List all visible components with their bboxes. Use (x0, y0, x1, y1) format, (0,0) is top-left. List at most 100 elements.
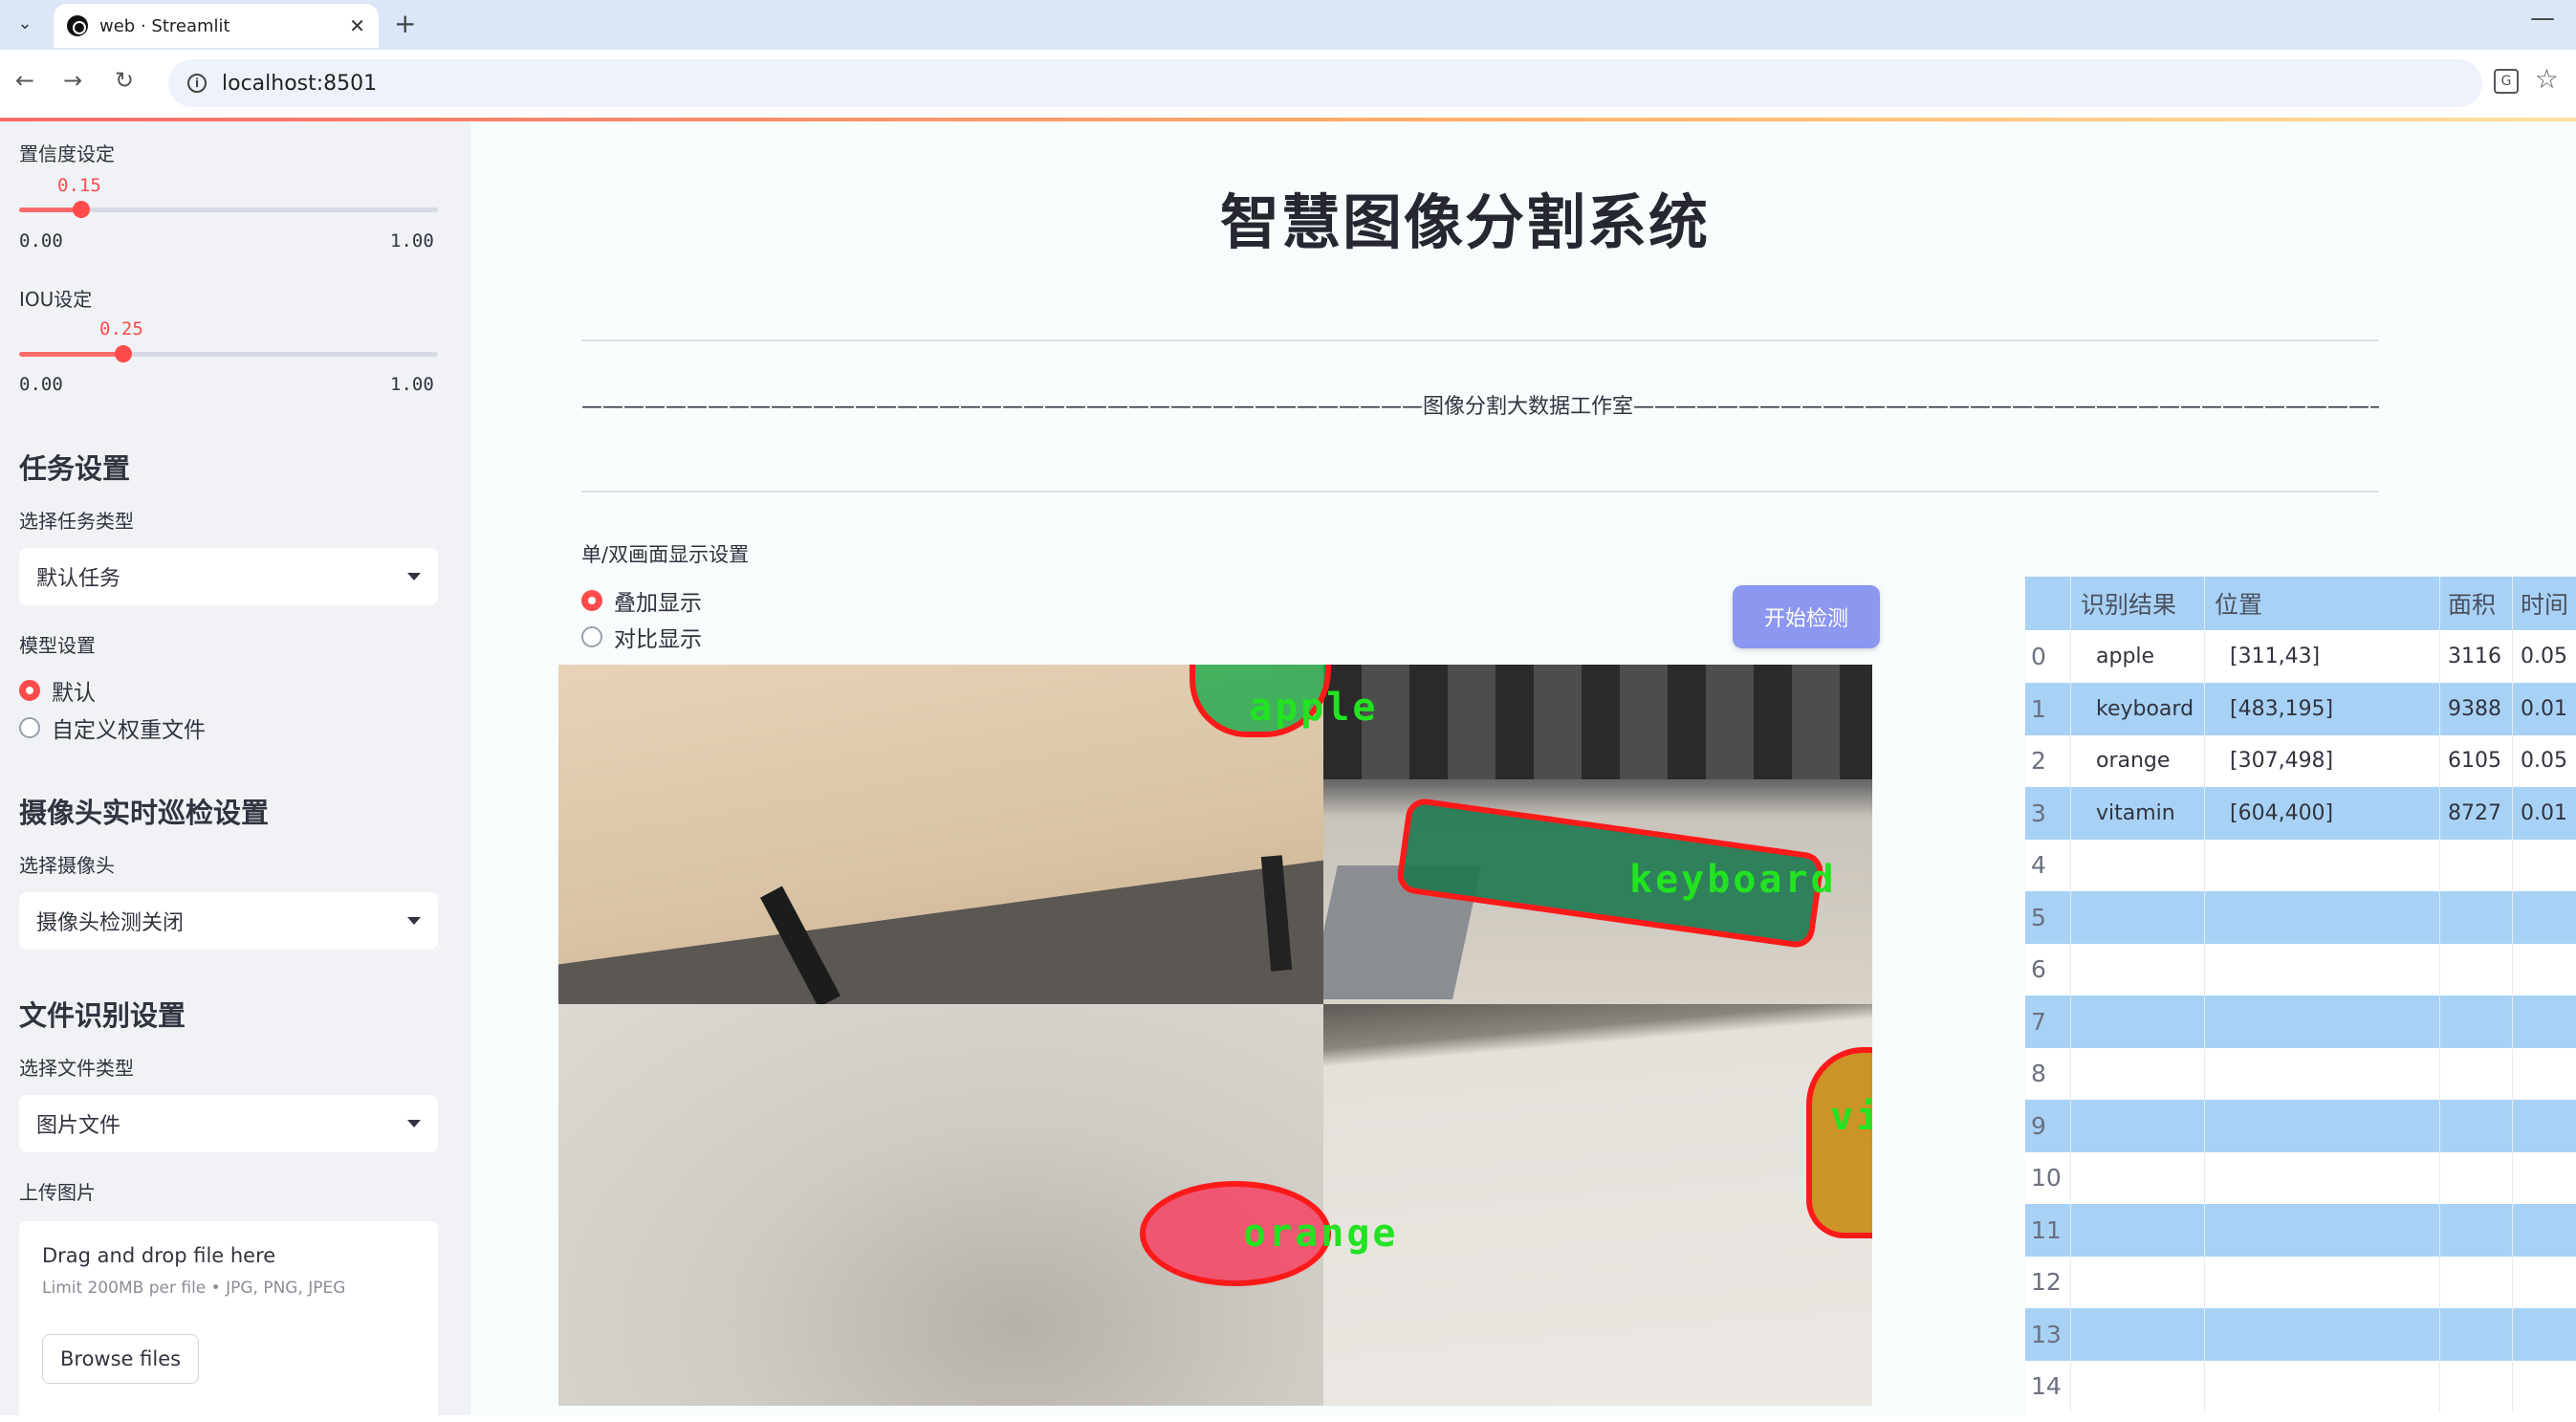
table-row[interactable]: 12 (2025, 1256, 2576, 1308)
cell-result (2071, 1256, 2205, 1308)
url-field[interactable]: i localhost:8501 (168, 59, 2482, 107)
tab-close-icon[interactable]: ✕ (349, 14, 365, 37)
column-header-position[interactable]: 位置 (2205, 577, 2440, 630)
camera-select-label: 选择摄像头 (19, 854, 115, 877)
display-option-compare[interactable]: 对比显示 (581, 621, 702, 653)
table-row[interactable]: 2 orange [307,498] 6105 0.05 (2025, 734, 2576, 787)
row-index: 9 (2025, 1099, 2071, 1152)
vitamin-label: vit (1830, 1095, 1872, 1139)
cell-area (2440, 839, 2513, 891)
cell-area (2440, 995, 2513, 1048)
row-index: 12 (2025, 1256, 2071, 1308)
cell-result (2071, 995, 2205, 1048)
cell-time (2513, 1360, 2576, 1412)
iou-label: IOU设定 (19, 288, 93, 311)
browse-files-button[interactable]: Browse files (42, 1334, 200, 1384)
cell-area (2440, 1151, 2513, 1204)
tab-list-chevron-icon[interactable]: ⌄ (8, 6, 42, 40)
cell-area: 8727 (2440, 786, 2513, 840)
cell-area (2440, 1256, 2513, 1308)
file-type-select[interactable]: 图片文件 (19, 1095, 438, 1152)
radio-selected-icon[interactable] (581, 590, 602, 611)
browser-tab[interactable]: web · Streamlit ✕ (54, 4, 379, 48)
display-settings-label: 单/双画面显示设置 (581, 543, 750, 566)
back-arrow-icon[interactable]: ← (15, 67, 34, 94)
column-header-result[interactable]: 识别结果 (2071, 577, 2205, 630)
table-header-row: 识别结果 位置 面积 时间 (2025, 577, 2576, 630)
chevron-down-icon (407, 573, 421, 580)
sidebar: 置信度设定 0.15 0.00 1.00 IOU设定 0.25 0.00 1.0… (0, 121, 470, 1422)
cell-result (2071, 890, 2205, 944)
cell-position (2205, 1360, 2440, 1412)
camera-select[interactable]: 摄像头检测关闭 (19, 892, 438, 950)
table-row[interactable]: 11 (2025, 1203, 2576, 1257)
column-header-area[interactable]: 面积 (2440, 577, 2513, 630)
task-type-label: 选择任务类型 (19, 510, 134, 533)
page-title: 智慧图像分割系统 (1219, 187, 1710, 257)
main-content: 智慧图像分割系统 ———————————————————————————————… (470, 121, 2576, 1415)
cell-time (2513, 1047, 2576, 1100)
model-settings-label: 模型设置 (19, 634, 96, 657)
cell-position (2205, 1256, 2440, 1308)
model-option-label: 自定义权重文件 (52, 718, 206, 743)
row-index: 0 (2025, 630, 2071, 683)
chevron-down-icon (407, 917, 421, 925)
new-tab-plus-icon[interactable]: + (394, 8, 416, 39)
table-row[interactable]: 0 apple [311,43] 3116 0.05 (2025, 630, 2576, 683)
cell-position: [483,195] (2205, 682, 2440, 735)
cell-position (2205, 1307, 2440, 1361)
radio-unselected-icon[interactable] (581, 626, 602, 647)
model-option-custom[interactable]: 自定义权重文件 (19, 711, 206, 744)
dropzone-limit: Limit 200MB per file • JPG, PNG, JPEG (42, 1279, 346, 1298)
window-minimize-icon[interactable]: — (2530, 4, 2555, 33)
cell-time (2513, 1151, 2576, 1204)
bookmark-star-icon[interactable]: ☆ (2535, 63, 2559, 95)
task-type-value: 默认任务 (36, 567, 121, 591)
cell-area (2440, 1360, 2513, 1412)
table-row[interactable]: 7 (2025, 995, 2576, 1048)
cell-time (2513, 1204, 2576, 1257)
table-row[interactable]: 6 (2025, 943, 2576, 995)
site-info-icon[interactable]: i (187, 74, 207, 93)
image-panel-bottle (1323, 1004, 1872, 1406)
start-detection-button[interactable]: 开始检测 (1733, 585, 1880, 648)
reload-icon[interactable]: ↻ (115, 67, 134, 94)
upload-label: 上传图片 (19, 1181, 96, 1204)
table-row[interactable]: 13 (2025, 1307, 2576, 1361)
cell-position (2205, 890, 2440, 944)
cell-result (2071, 839, 2205, 891)
display-option-overlay[interactable]: 叠加显示 (581, 584, 702, 617)
address-bar: ← → ↻ i localhost:8501 G ☆ (0, 50, 2576, 119)
table-row[interactable]: 1 keyboard [483,195] 9388 0.01 (2025, 682, 2576, 735)
results-table[interactable]: 识别结果 位置 面积 时间 0 apple [311,43] 3116 0.05 1 key… (2025, 577, 2576, 1415)
iou-slider-thumb[interactable] (115, 345, 132, 362)
radio-unselected-icon[interactable] (19, 717, 40, 738)
translate-icon[interactable]: G (2494, 69, 2519, 94)
cell-position (2205, 1151, 2440, 1204)
table-row[interactable]: 8 (2025, 1047, 2576, 1100)
column-header-time[interactable]: 时间 (2513, 577, 2576, 630)
table-row[interactable]: 10 (2025, 1151, 2576, 1204)
url-text: localhost:8501 (222, 71, 378, 96)
radio-selected-icon[interactable] (19, 680, 40, 701)
table-row[interactable]: 14 (2025, 1360, 2576, 1412)
file-dropzone[interactable]: Drag and drop file here Limit 200MB per … (19, 1221, 438, 1422)
forward-arrow-icon[interactable]: → (63, 67, 82, 94)
iou-slider[interactable] (19, 345, 438, 362)
browser-tab-bar: ⌄ web · Streamlit ✕ + — (0, 0, 2576, 50)
table-row[interactable]: 9 (2025, 1099, 2576, 1152)
table-row[interactable]: 3 vitamin [604,400] 8727 0.01 (2025, 786, 2576, 840)
task-type-select[interactable]: 默认任务 (19, 548, 438, 605)
iou-max: 1.00 (390, 374, 434, 395)
index-header (2025, 577, 2071, 630)
camera-select-value: 摄像头检测关闭 (36, 911, 185, 935)
cell-time (2513, 1256, 2576, 1308)
row-index: 3 (2025, 786, 2071, 840)
cell-area (2440, 1203, 2513, 1257)
model-option-default[interactable]: 默认 (19, 674, 96, 707)
confidence-slider-thumb[interactable] (73, 201, 90, 218)
cell-position: [311,43] (2205, 630, 2440, 683)
row-index: 8 (2025, 1047, 2071, 1100)
table-row[interactable]: 5 (2025, 890, 2576, 944)
table-row[interactable]: 4 (2025, 839, 2576, 891)
